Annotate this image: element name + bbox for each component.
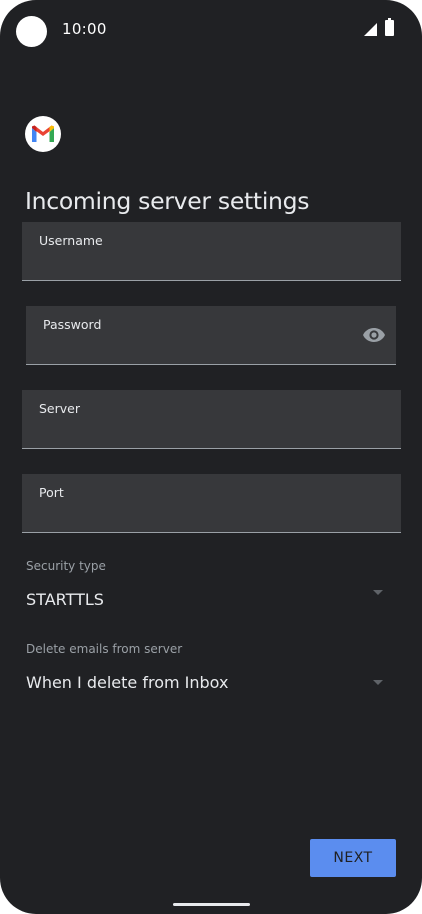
server-input[interactable]	[39, 420, 359, 438]
status-bar: 10:00	[0, 0, 422, 62]
chevron-down-icon[interactable]	[373, 590, 383, 595]
chevron-down-icon[interactable]	[373, 680, 383, 685]
security-type-value[interactable]: STARTTLS	[26, 590, 104, 609]
username-field[interactable]: Username	[22, 222, 401, 281]
page-title: Incoming server settings	[25, 186, 310, 215]
signal-icon	[364, 23, 377, 36]
server-label: Server	[39, 401, 80, 416]
delete-emails-label: Delete emails from server	[26, 642, 183, 656]
camera-cutout	[16, 16, 47, 47]
status-time: 10:00	[62, 20, 107, 38]
eye-icon[interactable]	[362, 325, 386, 345]
server-field[interactable]: Server	[22, 390, 401, 449]
battery-icon	[385, 18, 394, 36]
home-indicator[interactable]	[173, 903, 250, 906]
password-field[interactable]: Password	[26, 306, 396, 365]
username-input[interactable]	[39, 252, 359, 270]
gmail-logo-icon	[25, 116, 61, 152]
port-field[interactable]: Port	[22, 474, 401, 533]
port-input[interactable]	[39, 504, 359, 522]
phone-screen: 10:00 Incoming server settings Username …	[0, 0, 422, 914]
username-label: Username	[39, 233, 103, 248]
port-label: Port	[39, 485, 64, 500]
delete-emails-value[interactable]: When I delete from Inbox	[26, 673, 228, 692]
password-input[interactable]	[43, 336, 363, 354]
security-type-label: Security type	[26, 559, 106, 573]
next-button[interactable]: NEXT	[310, 839, 396, 877]
password-label: Password	[43, 317, 102, 332]
